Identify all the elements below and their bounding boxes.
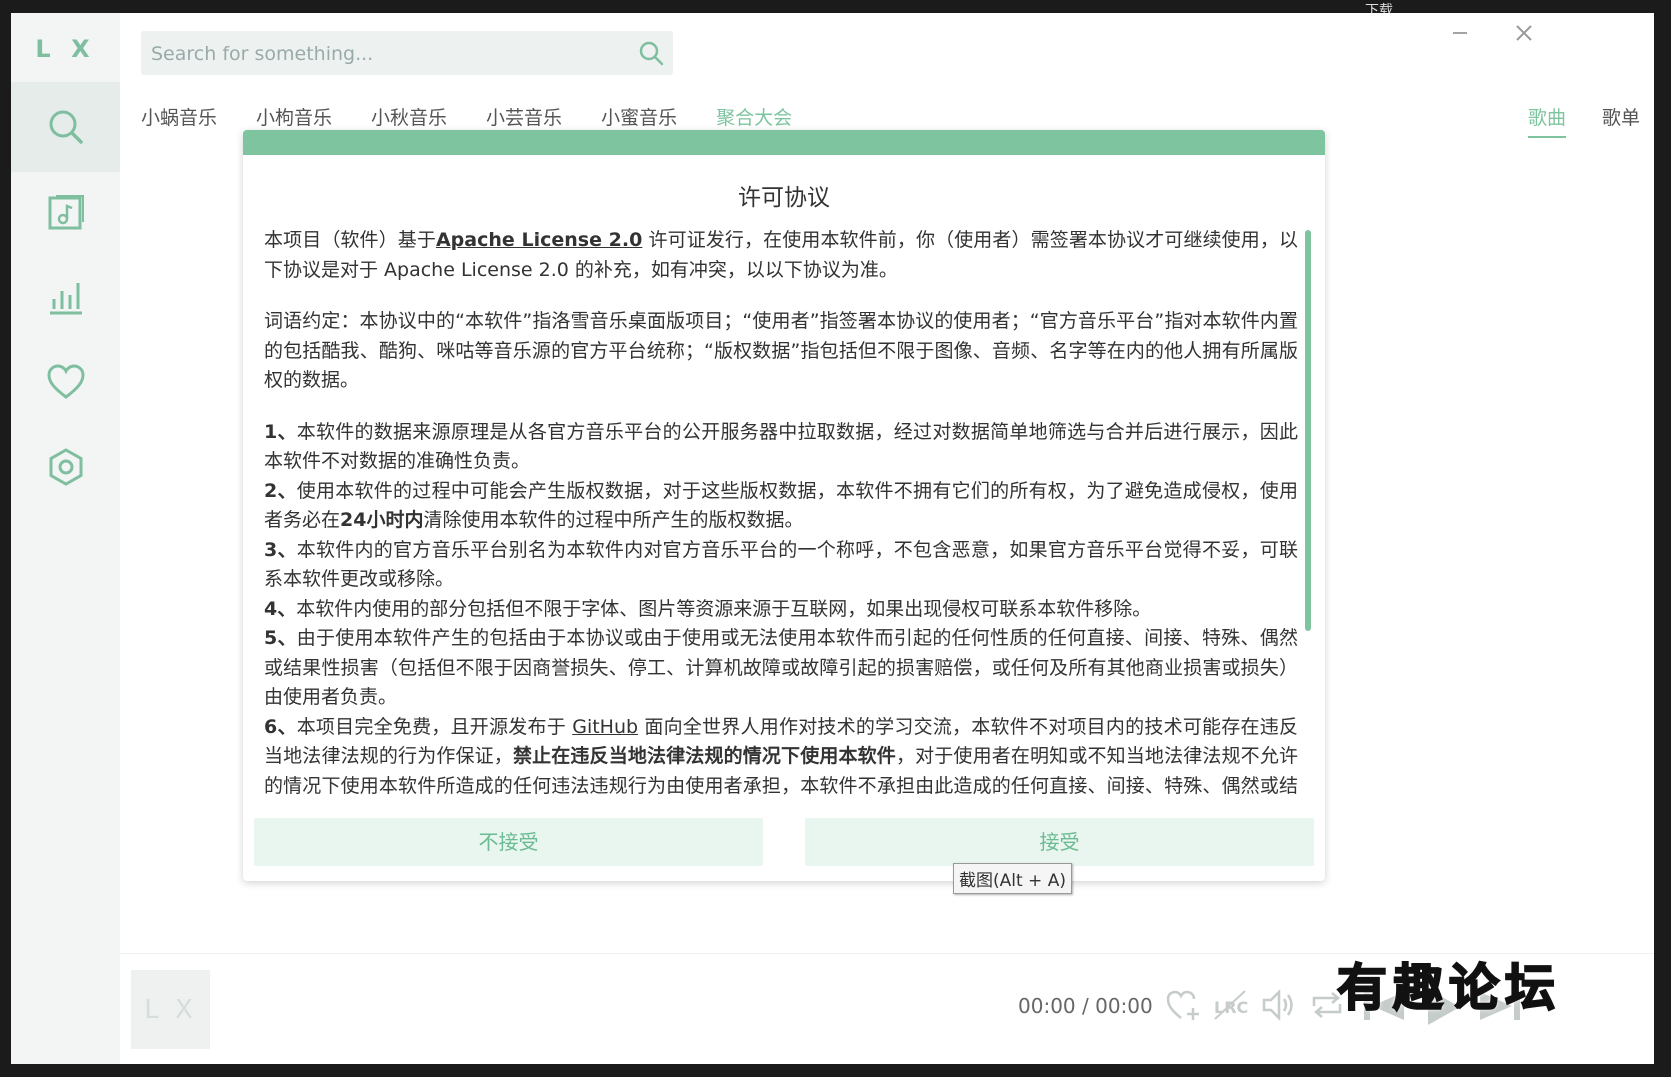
lyrics-icon[interactable]: LRC	[1212, 986, 1250, 1024]
search-submit-icon[interactable]	[637, 39, 665, 67]
sidebar-item-leaderboard[interactable]	[11, 252, 120, 342]
sidebar-item-song-list[interactable]	[11, 167, 120, 257]
clause-number: 1、	[264, 420, 297, 443]
search-type-tabs: 歌曲 歌单	[1492, 103, 1640, 138]
github-link[interactable]: GitHub	[572, 716, 638, 738]
search-box	[141, 31, 673, 77]
reject-button[interactable]: 不接受	[254, 818, 763, 866]
search-icon	[49, 110, 83, 144]
sidebar: L X	[11, 13, 120, 1064]
clause-4: 4、本软件内使用的部分包括但不限于字体、图片等资源来源于互联网，如果出现侵权可联…	[264, 595, 1298, 625]
clause-number: 5、	[264, 627, 297, 649]
clause-number: 3、	[264, 538, 297, 561]
clause-emphasis: 24小时内	[340, 509, 424, 531]
clause-6: 6、本项目完全免费，且开源发布于 GitHub 面向全世界人用作对技术的学习交流…	[264, 713, 1298, 796]
tab-songs[interactable]: 歌曲	[1527, 103, 1566, 138]
clause-2: 2、使用本软件的过程中可能会产生版权数据，对于这些版权数据，本软件不拥有它们的所…	[264, 477, 1298, 536]
clause-text: 本项目完全免费，且开源发布于	[296, 715, 573, 738]
time-total: 00:00	[1095, 994, 1153, 1018]
clause-5: 5、由于使用本软件产生的包括由于本协议或由于使用或无法使用本软件而引起的任何性质…	[264, 624, 1298, 713]
minimize-icon[interactable]	[1445, 23, 1475, 53]
sidebar-item-settings[interactable]	[11, 422, 120, 512]
dialog-title: 许可协议	[738, 185, 830, 211]
license-text: 本项目（软件）基于Apache License 2.0 许可证发行，在使用本软件…	[264, 226, 1298, 795]
volume-icon[interactable]	[1260, 986, 1298, 1024]
license-intro: 本项目（软件）基于Apache License 2.0 许可证发行，在使用本软件…	[264, 226, 1298, 285]
time-separator: /	[1082, 994, 1089, 1018]
dialog-header-bar	[243, 130, 1325, 155]
search-input[interactable]	[149, 31, 613, 77]
forum-watermark: 有趣论坛	[1336, 957, 1561, 1018]
sidebar-item-search[interactable]	[11, 82, 120, 172]
clause-3: 3、本软件内的官方音乐平台别名为本软件内对官方音乐平台的一个称呼，不包含恶意，如…	[264, 536, 1298, 595]
clause-text: 本软件的数据来源原理是从各官方音乐平台的公开服务器中拉取数据，经过对数据简单地筛…	[264, 420, 1298, 473]
heart-icon	[46, 364, 85, 399]
clause-number: 6、	[264, 715, 297, 738]
clause-text: 由于使用本软件产生的包括由于本协议或由于使用或无法使用本软件而引起的任何性质的任…	[264, 627, 1298, 708]
clause-text: 本软件内使用的部分包括但不限于字体、图片等资源来源于互联网，如果出现侵权可联系本…	[296, 597, 1152, 620]
license-terms: 词语约定：本协议中的“本软件”指洛雪音乐桌面版项目；“使用者”指签署本协议的使用…	[264, 310, 1298, 391]
tab-playlists[interactable]: 歌单	[1602, 103, 1640, 138]
settings-icon	[49, 448, 82, 486]
sidebar-item-favorites[interactable]	[11, 337, 120, 427]
heart-add-icon[interactable]	[1164, 986, 1202, 1024]
intro-text: 本项目（软件）基于	[264, 229, 436, 251]
screenshot-tooltip: 截图(Alt + A)	[953, 863, 1072, 894]
clause-text-cont: 清除使用本软件的过程中所产生的版权数据。	[423, 509, 804, 531]
clause-1: 1、本软件的数据来源原理是从各官方音乐平台的公开服务器中拉取数据，经过对数据简单…	[264, 418, 1298, 477]
apache-license-link[interactable]: Apache License 2.0	[436, 229, 642, 251]
album-cover[interactable]: L X	[131, 970, 210, 1049]
clause-emphasis: 禁止在违反当地法律法规的情况下使用本软件	[512, 745, 896, 767]
clause-text: 本软件内的官方音乐平台别名为本软件内对官方音乐平台的一个称呼，不包含恶意，如果官…	[264, 538, 1298, 591]
clause-number: 4、	[264, 597, 297, 620]
clause-number: 2、	[264, 479, 297, 502]
song-list-icon	[48, 195, 84, 230]
close-icon[interactable]	[1509, 23, 1539, 53]
scrollbar-thumb[interactable]	[1305, 230, 1311, 631]
scrollbar[interactable]	[1305, 230, 1311, 798]
leaderboard-icon	[49, 283, 82, 315]
tab-source-1[interactable]: 小蜗音乐	[141, 103, 217, 143]
accept-button[interactable]: 接受	[805, 818, 1314, 866]
play-time: 00:00 / 00:00	[1018, 994, 1153, 1018]
license-dialog: 许可协议 本项目（软件）基于Apache License 2.0 许可证发行，在…	[243, 130, 1325, 881]
time-current: 00:00	[1018, 994, 1076, 1018]
app-logo: L X	[35, 35, 96, 63]
